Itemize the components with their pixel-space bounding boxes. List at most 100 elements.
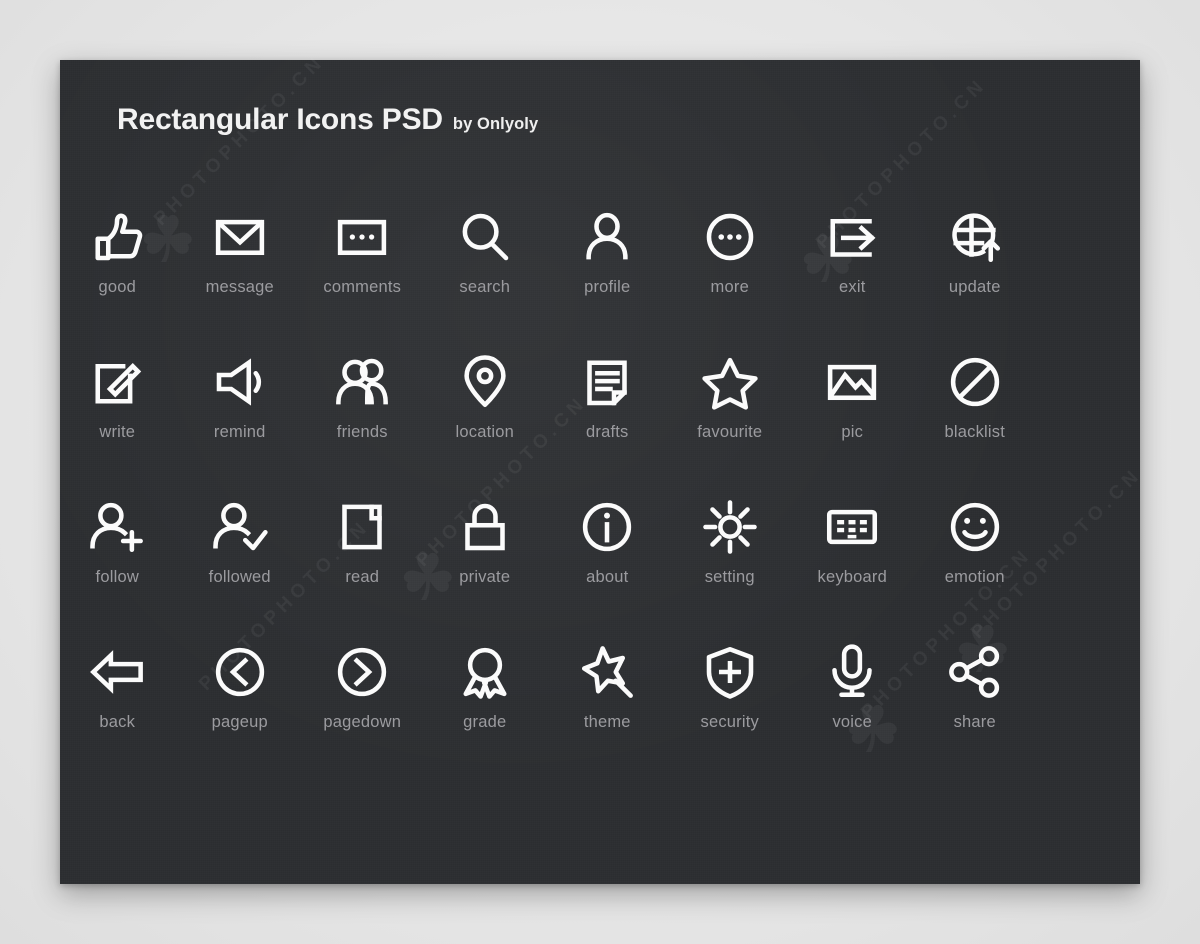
chevron-right-circle-icon [331,641,393,703]
info-circle-icon [576,496,638,558]
title-byline: by Onlyoly [452,115,539,133]
document-icon [576,351,638,413]
icon-item-theme[interactable]: theme [546,635,669,780]
icon-label: about [586,568,629,586]
person-check-icon [209,496,271,558]
keyboard-icon [821,496,883,558]
icon-label: keyboard [817,568,887,586]
icon-label: private [459,568,511,586]
thumbs-up-icon [86,206,148,268]
magic-wand-star-icon [576,641,638,703]
icon-label: voice [832,713,873,731]
icon-label: more [710,278,749,296]
icon-label: update [948,278,1001,296]
envelope-icon [209,206,271,268]
icon-label: read [345,568,380,586]
left-arrow-icon [86,641,148,703]
icon-item-follow[interactable]: follow [56,490,179,635]
icon-label: back [99,713,136,731]
icon-item-profile[interactable]: profile [546,200,669,345]
share-nodes-icon [944,641,1006,703]
icon-label: follow [95,568,139,586]
shield-plus-icon [699,641,761,703]
icon-label: remind [213,423,266,441]
icon-label: pic [841,423,864,441]
icon-item-security[interactable]: security [669,635,792,780]
icon-item-setting[interactable]: setting [669,490,792,635]
icon-item-remind[interactable]: remind [179,345,302,490]
icon-item-share[interactable]: share [914,635,1037,780]
icon-label: comments [323,278,402,296]
icon-item-exit[interactable]: exit [791,200,914,345]
prohibition-icon [944,351,1006,413]
icon-item-grade[interactable]: grade [424,635,547,780]
icon-label: pageup [211,713,268,731]
icon-label: share [953,713,996,731]
icon-item-about[interactable]: about [546,490,669,635]
icon-label: security [700,713,759,731]
person-icon [576,206,638,268]
icon-item-read[interactable]: read [301,490,424,635]
icon-item-comments[interactable]: comments [301,200,424,345]
icon-label: setting [704,568,755,586]
padlock-icon [454,496,516,558]
medal-icon [454,641,516,703]
two-people-icon [331,351,393,413]
icon-item-pic[interactable]: pic [791,345,914,490]
icon-item-drafts[interactable]: drafts [546,345,669,490]
globe-up-arrow-icon [944,206,1006,268]
icon-item-search[interactable]: search [424,200,547,345]
picture-icon [821,351,883,413]
icon-label: message [205,278,274,296]
icon-item-location[interactable]: location [424,345,547,490]
icon-item-more[interactable]: more [669,200,792,345]
map-pin-icon [454,351,516,413]
icon-item-followed[interactable]: followed [179,490,302,635]
icon-item-back[interactable]: back [56,635,179,780]
star-icon [699,351,761,413]
icon-item-good[interactable]: good [56,200,179,345]
icon-label: pagedown [323,713,402,731]
icon-label: profile [584,278,631,296]
icon-label: exit [839,278,866,296]
icon-label: blacklist [944,423,1005,441]
icon-item-message[interactable]: message [179,200,302,345]
icon-label: friends [336,423,388,441]
icon-label: favourite [697,423,763,441]
icon-label: good [98,278,136,296]
dog-ear-page-icon [331,496,393,558]
icon-item-blacklist[interactable]: blacklist [914,345,1037,490]
icon-item-keyboard[interactable]: keyboard [791,490,914,635]
icon-label: grade [463,713,507,731]
icon-item-private[interactable]: private [424,490,547,635]
magnifier-icon [454,206,516,268]
gear-icon [699,496,761,558]
microphone-icon [821,641,883,703]
icon-grid: good message comments search profile mor… [56,200,1036,780]
title-main: Rectangular Icons PSD [117,103,443,136]
icon-label: emotion [944,568,1005,586]
icon-label: followed [208,568,271,586]
page-title: Rectangular Icons PSD by Onlyoly [117,103,538,137]
speaker-icon [209,351,271,413]
icon-label: drafts [586,423,629,441]
icon-item-emotion[interactable]: emotion [914,490,1037,635]
icon-item-pageup[interactable]: pageup [179,635,302,780]
exit-arrow-icon [821,206,883,268]
icon-label: write [99,423,136,441]
icon-item-voice[interactable]: voice [791,635,914,780]
comment-box-icon [331,206,393,268]
icon-item-friends[interactable]: friends [301,345,424,490]
icon-item-update[interactable]: update [914,200,1037,345]
icon-label: search [459,278,511,296]
icon-item-write[interactable]: write [56,345,179,490]
icon-item-pagedown[interactable]: pagedown [301,635,424,780]
icon-item-favourite[interactable]: favourite [669,345,792,490]
pencil-square-icon [86,351,148,413]
icon-label: location [455,423,514,441]
chevron-left-circle-icon [209,641,271,703]
icon-label: theme [583,713,631,731]
ellipsis-circle-icon [699,206,761,268]
person-plus-icon [86,496,148,558]
smiley-icon [944,496,1006,558]
